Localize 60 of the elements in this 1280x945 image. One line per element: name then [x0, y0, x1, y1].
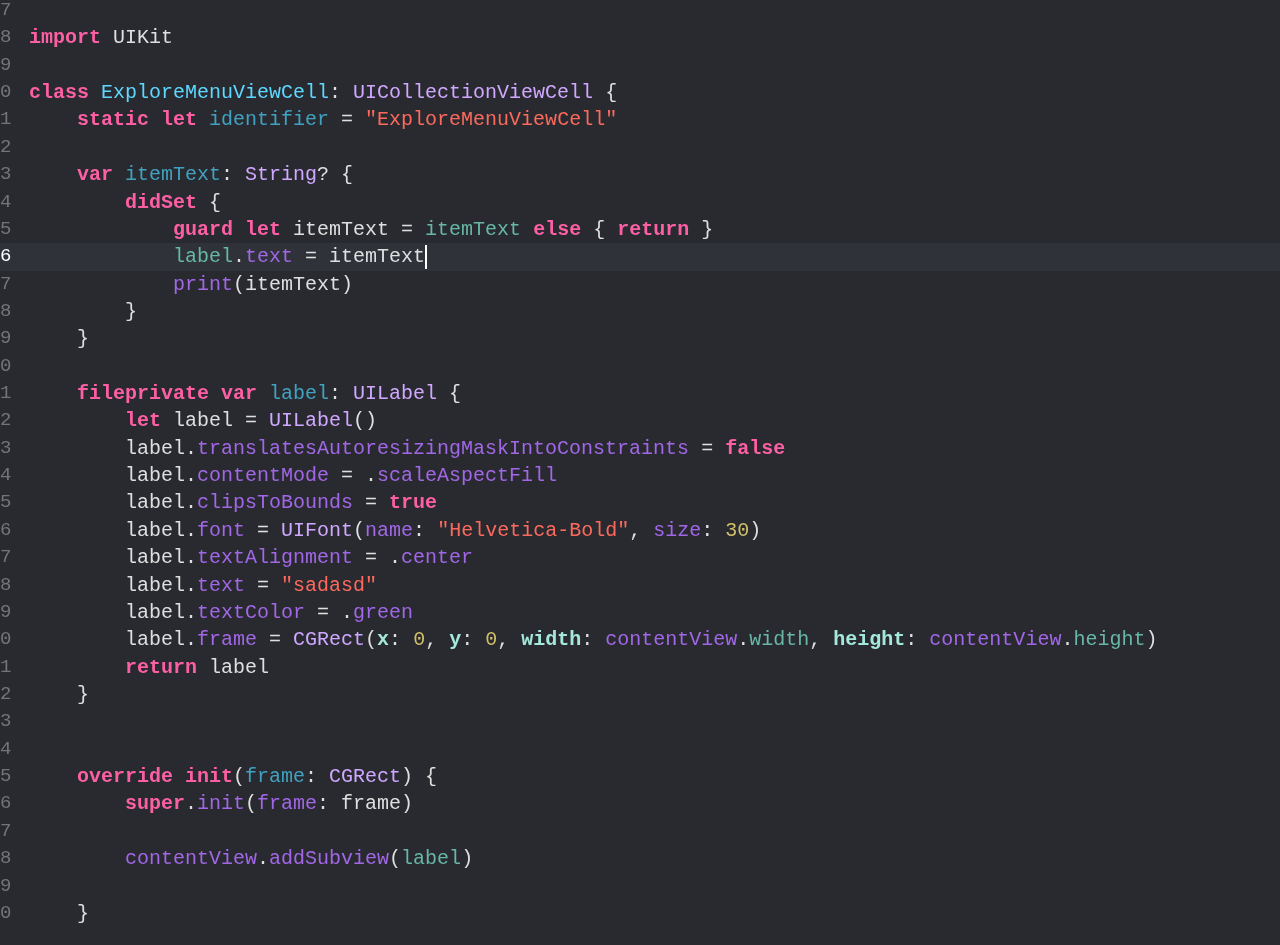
line-number: 1 — [0, 381, 12, 407]
code-line: didSet { — [125, 189, 222, 216]
line-number: 7 — [0, 271, 12, 297]
line-number: 1 — [0, 654, 12, 680]
code-line: var itemText: String? { — [77, 162, 354, 189]
code-line: print(itemText) — [173, 271, 354, 298]
line-number: 3 — [0, 709, 12, 735]
code-line: return label — [125, 654, 270, 681]
line-number: 0 — [0, 353, 12, 379]
line-number: 9 — [0, 52, 12, 78]
line-number: 5 — [0, 764, 12, 790]
code-line: label.font = UIFont(name: "Helvetica-Bold", size: 30) — [125, 517, 762, 544]
code-line: } — [77, 682, 90, 708]
code-line: contentView.addSubview(label) — [125, 846, 474, 873]
code-line: } — [77, 326, 90, 353]
line-number: 5 — [0, 490, 12, 516]
code-line: label.text = "sadasd" — [125, 572, 378, 599]
code-line: static let identifier = "ExploreMenuViewCell" — [77, 107, 618, 134]
line-number: 9 — [0, 599, 12, 625]
line-number: 8 — [0, 846, 12, 872]
line-number: 7 — [0, 0, 12, 23]
code-line: } — [125, 298, 138, 325]
line-number: 7 — [0, 818, 12, 844]
code-line: import UIKit — [29, 25, 174, 52]
code-line: label.text = itemText — [173, 244, 426, 271]
line-number: 8 — [0, 298, 12, 324]
line-number: 0 — [0, 80, 12, 106]
code-line: } — [77, 900, 90, 927]
line-number: 2 — [0, 134, 12, 160]
code-line: label.clipsToBounds = true — [125, 490, 438, 517]
line-number: 2 — [0, 682, 12, 707]
line-number: 9 — [0, 873, 12, 899]
code-line: override init(frame: CGRect) { — [77, 764, 438, 791]
code-line: label.textAlignment = .center — [125, 545, 474, 572]
line-number: 1 — [0, 107, 12, 133]
line-number: 8 — [0, 25, 12, 51]
line-number: 3 — [0, 162, 12, 188]
code-line: class ExploreMenuViewCell: UICollectionViewCell { — [29, 80, 618, 107]
line-number: 9 — [0, 326, 12, 352]
line-number: 4 — [0, 736, 12, 762]
code-line: label.translatesAutoresizingMaskIntoConstraints = false — [125, 435, 786, 462]
code-line: guard let itemText = itemText else { return } — [173, 216, 714, 243]
line-number: 5 — [0, 216, 12, 242]
code-line: label.textColor = .green — [125, 599, 414, 626]
line-number: 3 — [0, 435, 12, 461]
line-number: 6 — [0, 791, 12, 817]
code-line: let label = UILabel() — [125, 408, 378, 435]
line-number: 0 — [0, 900, 12, 926]
code-line: label.contentMode = .scaleAspectFill — [125, 463, 558, 490]
line-number: 6 — [0, 517, 12, 543]
code-line: label.frame = CGRect(x: 0, y: 0, width: contentView.width, height: contentView.height) — [125, 627, 1158, 654]
line-number: 7 — [0, 545, 12, 571]
line-number: 0 — [0, 627, 12, 653]
code-line: fileprivate var label: UILabel { — [77, 381, 462, 408]
line-number: 4 — [0, 189, 12, 215]
code-line: super.init(frame: frame) — [125, 791, 414, 818]
line-number: 2 — [0, 408, 12, 434]
line-number: 8 — [0, 572, 12, 598]
line-number: 4 — [0, 463, 12, 489]
line-number: 6 — [0, 244, 12, 270]
